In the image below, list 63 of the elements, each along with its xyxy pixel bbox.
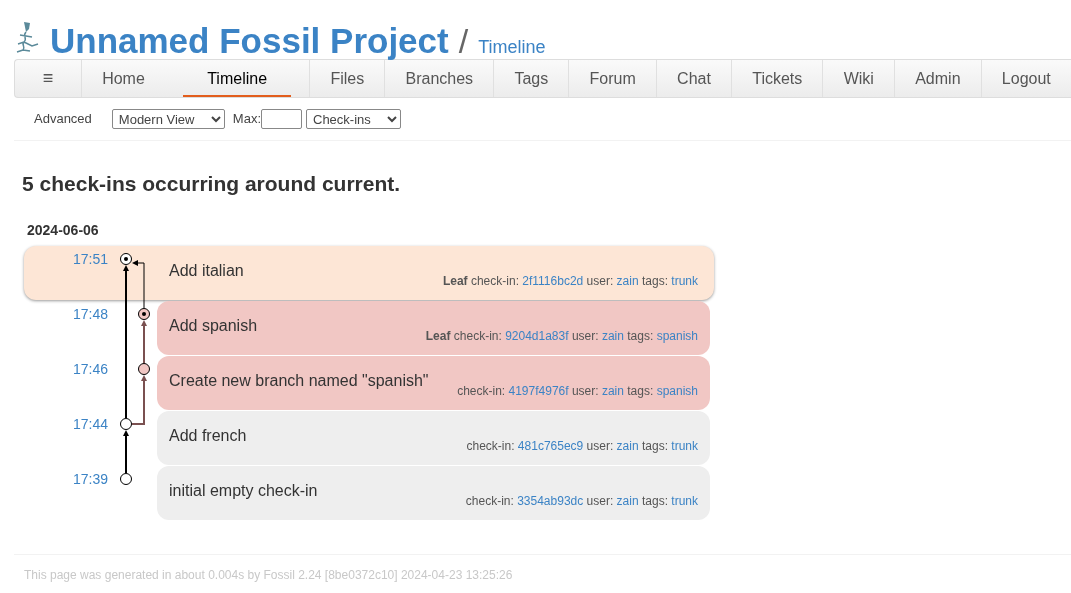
time-link[interactable]: 17:51	[24, 246, 108, 301]
info-link[interactable]: zain	[616, 439, 639, 454]
nav-tab[interactable]: Forum	[568, 60, 656, 97]
info-link[interactable]: 4197f4976f	[508, 384, 569, 399]
info-link[interactable]: trunk	[671, 494, 698, 509]
nav-tab[interactable]: Admin	[894, 60, 981, 97]
info-link[interactable]: trunk	[671, 274, 698, 289]
checkin-comment: initial empty check-in	[169, 481, 318, 502]
time-link[interactable]: 17:48	[14, 301, 108, 356]
nav-tab[interactable]: Timeline	[183, 60, 292, 97]
title-separator: /	[458, 24, 469, 58]
max-field[interactable]	[261, 109, 302, 129]
graph-edge	[141, 320, 147, 365]
nav-tab[interactable]: Logout	[980, 60, 1071, 97]
checkin-info: Leaf check-in: 9204d1a83f user: zain tags: spanish	[425, 328, 698, 346]
checkin-comment: Add italian	[169, 261, 244, 282]
menu-button[interactable]: ≡	[15, 60, 81, 97]
info-link[interactable]: 3354ab93dc	[517, 494, 584, 509]
page-heading: 5 check-ins occurring around current.	[22, 171, 402, 197]
info-link[interactable]: zain	[601, 329, 624, 344]
info-link[interactable]: zain	[616, 274, 639, 289]
graph-edge	[131, 375, 147, 426]
view-select[interactable]: Modern View	[111, 109, 225, 129]
nav-tab[interactable]: Home	[81, 60, 165, 97]
info-link[interactable]: 481c765ec9	[517, 439, 584, 454]
graph-edge	[123, 430, 129, 475]
merge-arrow	[132, 260, 145, 309]
checkin-comment: Add french	[169, 426, 247, 447]
checkin-comment: Create new branch named "spanish"	[169, 371, 429, 392]
nav-tab[interactable]: Tags	[493, 60, 569, 97]
page-subtitle[interactable]: Timeline	[478, 38, 546, 58]
nav-tab[interactable]: Wiki	[822, 60, 894, 97]
nav-tab[interactable]: Files	[309, 60, 385, 97]
info-link[interactable]: trunk	[671, 439, 698, 454]
checkin-info: check-in: 4197f4976f user: zain tags: spanish	[457, 383, 698, 401]
time-link[interactable]: 17:44	[14, 411, 108, 466]
info-link[interactable]: 2f1116bc2d	[522, 274, 584, 289]
nav-tab[interactable]: Branches	[384, 60, 494, 97]
type-select[interactable]: Check-ins	[306, 109, 401, 129]
graph-node[interactable]	[138, 363, 150, 376]
info-link[interactable]: zain	[601, 384, 624, 399]
advanced-label: Advanced	[34, 110, 92, 129]
selected-row[interactable]: 17:51 Add italian Leaf check-in: 2f1116bc2d user: zain tags: trunk	[24, 246, 714, 301]
checkin-comment: Add spanish	[169, 316, 258, 337]
info-link[interactable]: 9204d1a83f	[505, 329, 569, 344]
info-link[interactable]: spanish	[656, 329, 698, 344]
nav-tab[interactable]: Tickets	[731, 60, 823, 97]
checkin-info: check-in: 3354ab93dc user: zain tags: trunk	[465, 493, 698, 511]
logo-icon	[14, 20, 40, 54]
time-link[interactable]: 17:39	[14, 466, 108, 521]
info-link[interactable]: spanish	[656, 384, 698, 399]
leaf-node[interactable]	[138, 308, 150, 321]
time-link[interactable]: 17:46	[14, 356, 108, 411]
graph-node[interactable]	[120, 473, 132, 486]
project-title[interactable]: Unnamed Fossil Project	[50, 23, 449, 58]
info-link[interactable]: zain	[616, 494, 639, 509]
date-label: 2024-06-06	[27, 221, 100, 241]
checkin-info: check-in: 481c765ec9 user: zain tags: trunk	[466, 438, 698, 456]
max-label: Max:	[232, 110, 261, 129]
graph-node[interactable]	[120, 418, 132, 431]
leaf-node[interactable]	[120, 253, 132, 266]
checkin-info: Leaf check-in: 2f1116bc2d user: zain tags: trunk	[442, 273, 698, 291]
nav-tab[interactable]: Chat	[655, 60, 732, 97]
